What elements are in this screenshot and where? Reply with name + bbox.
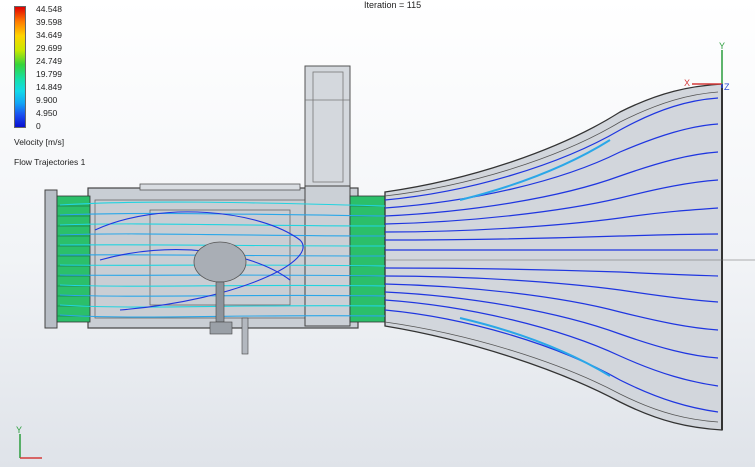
axis-x-label: X: [684, 78, 690, 88]
wind-tunnel-model-view[interactable]: [0, 0, 755, 467]
diffuser-nozzle: [384, 83, 755, 431]
axis-triad-top: Y X Z: [684, 41, 730, 92]
axis-z-label: Z: [724, 82, 730, 92]
vertical-duct: [304, 65, 351, 187]
inlet-honeycomb: [44, 189, 91, 329]
axis-triad-bottom: Y: [16, 425, 42, 459]
axis-y-label: Y: [16, 425, 22, 435]
axis-y-label: Y: [719, 41, 725, 51]
